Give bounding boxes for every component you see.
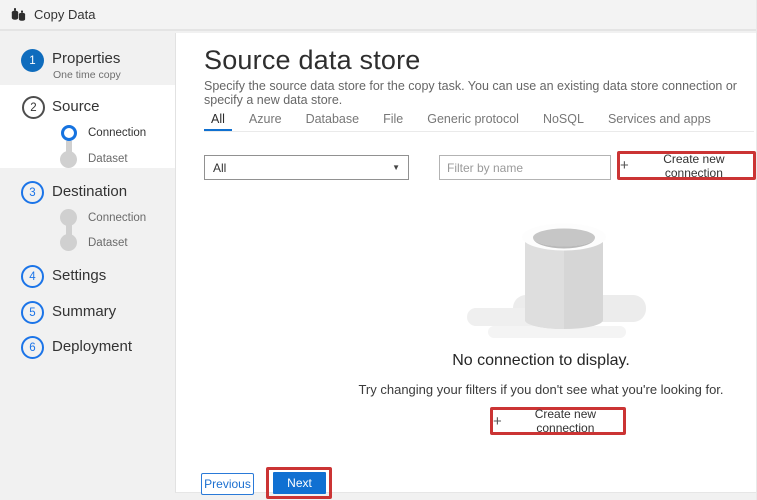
- sidebar-item-destination-dataset[interactable]: Dataset: [88, 237, 128, 249]
- sidebar-item-properties[interactable]: Properties: [52, 50, 120, 67]
- step-circle-source[interactable]: 2: [22, 96, 45, 119]
- tab-services-and-apps[interactable]: Services and apps: [601, 109, 718, 131]
- sidebar-item-summary[interactable]: Summary: [52, 303, 116, 320]
- destination-connection-circle[interactable]: [60, 209, 77, 226]
- create-new-connection-label: Create new connection: [635, 152, 753, 180]
- step-circle-deployment[interactable]: 6: [21, 336, 44, 359]
- step-number: 1: [29, 55, 35, 67]
- filter-by-name-input[interactable]: [439, 155, 611, 180]
- tab-azure[interactable]: Azure: [242, 109, 289, 131]
- step-circle-destination[interactable]: 3: [21, 181, 44, 204]
- empty-state-title: No connection to display.: [331, 352, 751, 370]
- step-circle-properties[interactable]: 1: [21, 49, 44, 72]
- connector-type-dropdown[interactable]: All ▼: [204, 155, 409, 180]
- tab-nosql[interactable]: NoSQL: [536, 109, 591, 131]
- step-circle-settings[interactable]: 4: [21, 265, 44, 288]
- create-new-connection-button-middle[interactable]: + Create new connection: [493, 410, 623, 432]
- tab-file[interactable]: File: [376, 109, 410, 131]
- empty-state-hint: Try changing your filters if you don't s…: [331, 382, 751, 397]
- plus-icon: +: [620, 158, 629, 173]
- step-number: 3: [29, 187, 35, 199]
- step-number: 2: [30, 102, 36, 114]
- tab-all[interactable]: All: [204, 109, 232, 131]
- copy-data-wizard-window: Copy Data 1 Properties One time copy 2 S…: [0, 0, 757, 500]
- wizard-steps-sidebar: 1 Properties One time copy 2 Source Conn…: [0, 33, 175, 500]
- tab-generic-protocol[interactable]: Generic protocol: [420, 109, 526, 131]
- copy-data-icon: [10, 6, 27, 23]
- chevron-down-icon: ▼: [392, 163, 400, 172]
- previous-button[interactable]: Previous: [201, 473, 254, 495]
- app-title: Copy Data: [34, 7, 95, 22]
- sidebar-item-destination[interactable]: Destination: [52, 183, 127, 200]
- create-new-connection-label: Create new connection: [508, 407, 623, 435]
- annotation-box-create-connection-top: + Create new connection: [617, 151, 756, 180]
- sidebar-item-destination-connection[interactable]: Connection: [88, 212, 146, 224]
- connector-category-tabs: All Azure Database File Generic protocol…: [204, 109, 754, 132]
- step-number: 4: [29, 271, 35, 283]
- source-dataset-circle[interactable]: [60, 151, 77, 168]
- properties-sublabel: One time copy: [53, 69, 121, 81]
- step-circle-summary[interactable]: 5: [21, 301, 44, 324]
- sidebar-item-source-dataset[interactable]: Dataset: [88, 153, 128, 165]
- title-bar: Copy Data: [0, 0, 756, 31]
- create-new-connection-button-top[interactable]: + Create new connection: [620, 154, 753, 177]
- dropdown-value: All: [213, 161, 226, 175]
- step-number: 5: [29, 307, 35, 319]
- sidebar-item-source-connection[interactable]: Connection: [88, 127, 146, 139]
- empty-database-cylinder-graphic: [464, 212, 664, 344]
- empty-state-illustration: [464, 212, 664, 349]
- sidebar-item-deployment[interactable]: Deployment: [52, 338, 132, 355]
- sidebar-item-source[interactable]: Source: [52, 98, 100, 115]
- plus-icon: +: [493, 414, 502, 429]
- sidebar-item-settings[interactable]: Settings: [52, 267, 106, 284]
- next-button[interactable]: Next: [273, 472, 326, 494]
- annotation-box-create-connection-middle: + Create new connection: [490, 407, 626, 435]
- tab-database[interactable]: Database: [299, 109, 367, 131]
- source-connection-circle[interactable]: [61, 125, 77, 141]
- page-title: Source data store: [204, 45, 421, 76]
- page-description: Specify the source data store for the co…: [204, 79, 756, 107]
- destination-dataset-circle[interactable]: [60, 234, 77, 251]
- source-data-store-panel: Source data store Specify the source dat…: [175, 33, 756, 493]
- step-number: 6: [29, 342, 35, 354]
